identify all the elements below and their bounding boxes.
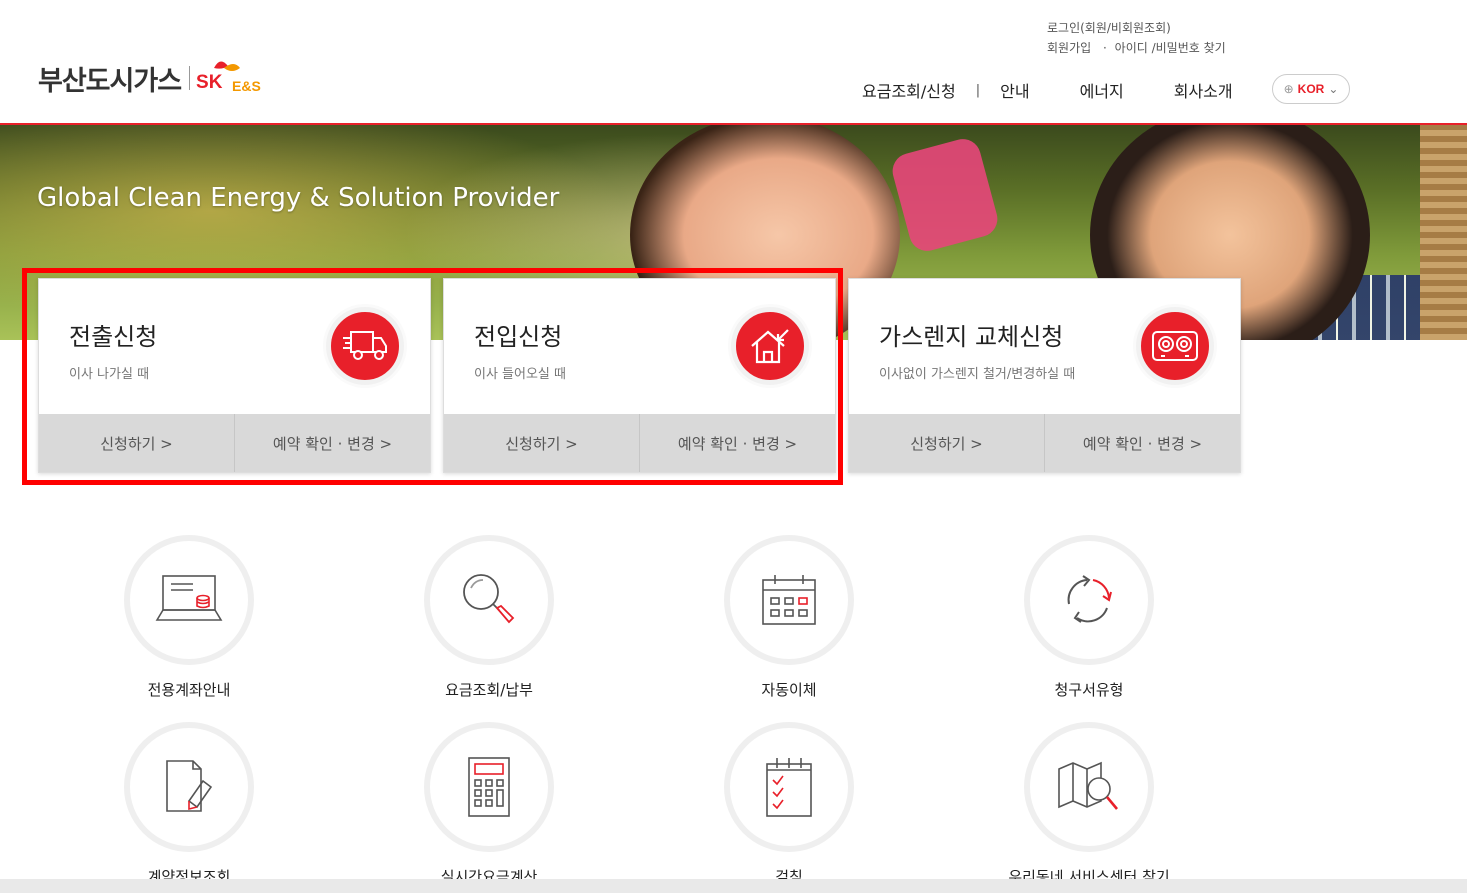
logo-divider: [189, 66, 191, 90]
header: 부산도시가스 SK E&S 로그인(회원/비회원조회) 회원가입 · 아이디 /…: [0, 0, 1467, 124]
language-selector[interactable]: ⊕ KOR ⌄: [1272, 74, 1350, 104]
quick-item-calculator[interactable]: 실시간요금계산: [389, 722, 589, 887]
card-title: 전입신청: [474, 323, 563, 351]
find-account-link[interactable]: 아이디 /비밀번호 찾기: [1115, 41, 1226, 55]
hero-title: Global Clean Energy & Solution Provider: [37, 183, 560, 213]
quick-item-label: 자동이체: [761, 681, 817, 699]
hero-photo-basket: [1420, 125, 1467, 340]
card-actions: 신청하기 > 예약 확인 · 변경 >: [849, 414, 1240, 472]
card-move-in: 전입신청 이사 들어오실 때 신청하기 > 예약 확인 · 변경 >: [443, 278, 836, 473]
service-cards: 전출신청 이사 나가실 때 신청하기 > 예약 확인 · 변경 > 전입신청 이…: [38, 278, 1241, 473]
map-search-icon: [1024, 722, 1154, 852]
quick-item-autopay[interactable]: 자동이체: [689, 535, 889, 700]
quick-item-contract[interactable]: 계약정보조회: [89, 722, 289, 887]
utility-links: 로그인(회원/비회원조회) 회원가입 · 아이디 /비밀번호 찾기: [1047, 18, 1226, 58]
site-logo[interactable]: 부산도시가스 SK E&S: [38, 58, 268, 98]
card-subtitle: 이사 나가실 때: [69, 367, 150, 382]
calculator-icon: [424, 722, 554, 852]
apply-button[interactable]: 신청하기 >: [39, 414, 234, 472]
join-link[interactable]: 회원가입: [1047, 41, 1091, 55]
card-actions: 신청하기 > 예약 확인 · 변경 >: [444, 414, 835, 472]
util-dot: ·: [1103, 41, 1107, 55]
reservation-check-button[interactable]: 예약 확인 · 변경 >: [1044, 414, 1240, 472]
nav-item-company[interactable]: 회사소개: [1174, 78, 1233, 102]
nav-item-guide[interactable]: 안내: [1000, 78, 1029, 102]
apply-button[interactable]: 신청하기 >: [849, 414, 1044, 472]
main-nav: 요금조회/신청 | 안내 에너지 회사소개: [862, 78, 1233, 102]
quick-item-bill-type[interactable]: 청구서유형: [989, 535, 1189, 700]
globe-icon: ⊕: [1283, 82, 1294, 96]
card-subtitle: 이사 들어오실 때: [474, 367, 566, 382]
cycle-icon: [1024, 535, 1154, 665]
laptop-account-icon: [124, 535, 254, 665]
chevron-down-icon: ⌄: [1328, 82, 1339, 96]
reservation-check-button[interactable]: 예약 확인 · 변경 >: [234, 414, 430, 472]
nav-item-billing[interactable]: 요금조회/신청: [862, 78, 956, 102]
logo-es-text: E&S: [232, 78, 261, 94]
gas-range-icon: [1136, 307, 1214, 385]
quick-item-label: 요금조회/납부: [445, 681, 533, 699]
nav-item-energy[interactable]: 에너지: [1080, 78, 1124, 102]
card-title: 가스렌지 교체신청: [879, 323, 1064, 351]
reservation-check-button[interactable]: 예약 확인 · 변경 >: [639, 414, 835, 472]
nav-separator: |: [975, 82, 981, 98]
sk-es-logo: SK E&S: [196, 58, 268, 98]
login-link[interactable]: 로그인(회원/비회원조회): [1047, 21, 1171, 35]
checklist-icon: [724, 722, 854, 852]
document-pen-icon: [124, 722, 254, 852]
horizontal-scrollbar[interactable]: [0, 879, 1467, 893]
moving-truck-icon: [326, 307, 404, 385]
house-move-in-icon: [731, 307, 809, 385]
quick-item-label: 전용계좌안내: [147, 681, 231, 699]
quick-item-meter[interactable]: 검침: [689, 722, 889, 887]
quick-item-account[interactable]: 전용계좌안내: [89, 535, 289, 700]
quick-item-billing[interactable]: 요금조회/납부: [389, 535, 589, 700]
apply-button[interactable]: 신청하기 >: [444, 414, 639, 472]
quick-item-label: 청구서유형: [1054, 681, 1124, 699]
magnifier-icon: [424, 535, 554, 665]
logo-sk-text: SK: [196, 72, 223, 93]
quick-item-service-center[interactable]: 우리동네 서비스센터 찾기: [989, 722, 1189, 887]
card-actions: 신청하기 > 예약 확인 · 변경 >: [39, 414, 430, 472]
card-gas-range: 가스렌지 교체신청 이사없이 가스렌지 철거/변경하실 때 신청하기 > 예약 …: [848, 278, 1241, 473]
language-label: KOR: [1297, 82, 1325, 96]
calendar-icon: [724, 535, 854, 665]
hero-photo-toy: [888, 135, 1002, 255]
card-move-out: 전출신청 이사 나가실 때 신청하기 > 예약 확인 · 변경 >: [38, 278, 431, 473]
logo-text: 부산도시가스: [38, 65, 182, 97]
card-subtitle: 이사없이 가스렌지 철거/변경하실 때: [879, 367, 1076, 382]
card-title: 전출신청: [69, 323, 158, 351]
